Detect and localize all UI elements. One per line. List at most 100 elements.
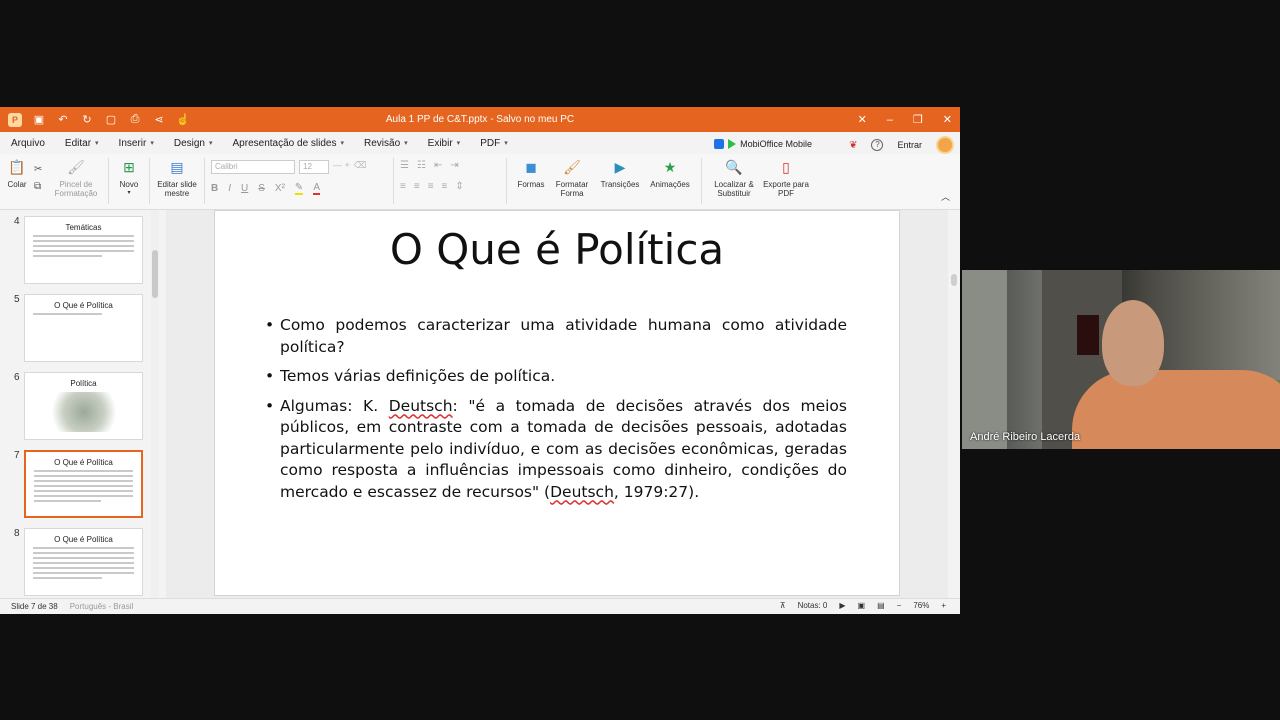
touch-mode-icon[interactable]: ☝	[176, 113, 190, 126]
spellcheck-flagged-word: Deutsch	[388, 396, 453, 415]
superscript-icon[interactable]: X²	[275, 183, 285, 194]
thumbnail-preview[interactable]: O Que é Política	[24, 528, 143, 596]
slide-thumbnail-5[interactable]: 5 O Que é Política	[0, 294, 150, 364]
title-bar: P ▣ ↶ ↻ ▢ ⎙ ⋖ ☝ Aula 1 PP de C&T.pptx - …	[0, 107, 960, 132]
export-pdf-button[interactable]: ▯ Exporte para PDF	[760, 158, 812, 199]
menu-design[interactable]: Design ▾	[174, 138, 213, 149]
edit-master-button[interactable]: ▤ Editar slide mestre	[156, 158, 198, 199]
font-color-icon[interactable]: A	[313, 182, 320, 195]
zoom-out-button[interactable]: −	[897, 601, 902, 610]
transitions-button[interactable]: ▶ Transições	[595, 158, 645, 190]
print-icon[interactable]: ⎙	[128, 113, 142, 126]
cut-icon[interactable]: ✂	[34, 164, 50, 175]
undo-icon[interactable]: ↶	[56, 113, 70, 126]
chevron-down-icon: ▾	[456, 140, 461, 147]
decrease-indent-icon[interactable]: ⇤	[434, 160, 442, 171]
slide-counter: Slide 7 de 38	[11, 602, 58, 611]
slide[interactable]: O Que é Política Como podemos caracteriz…	[214, 210, 900, 596]
menu-editar[interactable]: Editar ▾	[65, 138, 99, 149]
notes-count[interactable]: Notas: 0	[798, 601, 828, 610]
bold-icon[interactable]: B	[211, 183, 218, 194]
align-right-icon[interactable]: ≡	[428, 181, 434, 192]
spellcheck-flagged-word: Deutsch	[550, 482, 614, 501]
copy-icon[interactable]: ⧉	[34, 181, 50, 192]
format-shape-button[interactable]: 🖌 Formatar Forma	[549, 158, 595, 199]
menu-revis-o[interactable]: Revisão ▾	[364, 138, 408, 149]
clear-format-icon[interactable]: ⌫	[354, 160, 367, 174]
increase-indent-icon[interactable]: ⇥	[450, 160, 458, 171]
animations-button[interactable]: ★ Animações	[645, 158, 695, 190]
bullet-text: Como podemos caracterizar uma atividade …	[280, 316, 847, 356]
new-slide-button[interactable]: ⊞ Novo ▾	[115, 158, 143, 198]
thumbnail-preview[interactable]: Política	[24, 372, 143, 440]
notes-icon[interactable]: ⊼	[780, 601, 786, 610]
app-logo-icon[interactable]: P	[8, 112, 22, 127]
font-name-select[interactable]: Calibri	[211, 160, 295, 174]
menu-pdf[interactable]: PDF ▾	[480, 138, 508, 149]
bullet-point[interactable]: Como podemos caracterizar uma atividade …	[265, 315, 847, 358]
shapes-button[interactable]: ◼ Formas	[513, 158, 549, 190]
save-icon[interactable]: ▣	[32, 113, 46, 126]
shapes-icon: ◼	[525, 158, 537, 175]
thumbnail-preview[interactable]: O Que é Política	[24, 450, 143, 518]
signin-link[interactable]: Entrar	[897, 140, 922, 150]
mobioffice-link[interactable]: MobiOffice Mobile	[714, 139, 812, 149]
menu-apresenta-o-de-slides[interactable]: Apresentação de slides ▾	[233, 138, 344, 149]
slide-thumbnail-7[interactable]: 7 O Que é Política	[0, 450, 150, 520]
new-document-icon[interactable]: ▢	[104, 113, 118, 126]
slide-title[interactable]: O Que é Política	[215, 225, 899, 274]
underline-icon[interactable]: U	[241, 183, 248, 194]
bullet-point[interactable]: Algumas: K. Deutsch: "é a tomada de deci…	[265, 396, 847, 504]
menu-exibir[interactable]: Exibir ▾	[428, 138, 461, 149]
restore-button[interactable]: ❐	[913, 113, 923, 126]
align-left-icon[interactable]: ≡	[400, 181, 406, 192]
bullet-text: Algumas: K.	[280, 396, 389, 415]
close-button[interactable]: ✕	[943, 113, 952, 126]
font-grow-icon[interactable]: — +	[333, 160, 350, 174]
slides-panel-scrollbar[interactable]	[151, 210, 159, 598]
collapse-ribbon-icon[interactable]: ︿	[941, 190, 950, 203]
minimize-button[interactable]: –	[887, 114, 893, 126]
zoom-in-button[interactable]: +	[941, 601, 946, 610]
slide-thumbnail-4[interactable]: 4 Temáticas	[0, 216, 150, 286]
font-size-select[interactable]: 12	[299, 160, 329, 174]
justify-icon[interactable]: ≡	[442, 181, 448, 192]
chevron-down-icon: ▾	[150, 140, 154, 147]
thumbnail-preview[interactable]: Temáticas	[24, 216, 143, 284]
slide-thumbnail-8[interactable]: 8 O Que é Política	[0, 528, 150, 598]
help-icon[interactable]: ?	[871, 139, 884, 151]
menu-inserir[interactable]: Inserir ▾	[119, 138, 154, 149]
redo-icon[interactable]: ↻	[80, 113, 94, 126]
strikethrough-icon[interactable]: S	[258, 183, 265, 194]
mobioffice-label: MobiOffice Mobile	[740, 139, 812, 149]
zoom-level[interactable]: 76%	[913, 601, 929, 610]
slide-bullets[interactable]: Como podemos caracterizar uma atividade …	[265, 315, 847, 511]
language-indicator[interactable]: Português - Brasil	[70, 602, 134, 611]
close-x-icon[interactable]: ✕	[858, 113, 867, 126]
sorter-view-icon[interactable]: ▤	[877, 601, 885, 610]
menu-label: Apresentação de slides	[232, 137, 337, 149]
line-spacing-icon[interactable]: ⇕	[455, 181, 463, 192]
menu-arquivo[interactable]: Arquivo	[11, 138, 45, 149]
ribbon-toolbar: 📋 Colar ✂ ⧉ 🖌 Pincel de Formatação ⊞ Nov…	[0, 154, 960, 210]
feedback-icon[interactable]: ❦	[849, 140, 857, 151]
share-icon[interactable]: ⋖	[152, 113, 166, 126]
numbering-icon[interactable]: ☷	[417, 160, 426, 171]
bullet-point[interactable]: Temos várias definições de política.	[265, 366, 847, 388]
thumbnail-preview[interactable]: O Que é Política	[24, 294, 143, 362]
slide-thumbnail-6[interactable]: 6 Política	[0, 372, 150, 442]
italic-icon[interactable]: I	[228, 183, 231, 194]
canvas-scrollbar[interactable]	[948, 210, 960, 598]
find-replace-button[interactable]: 🔍 Localizar & Substituir	[708, 158, 760, 199]
format-painter-button[interactable]: 🖌 Pincel de Formatação	[50, 158, 102, 199]
avatar[interactable]	[936, 136, 954, 154]
highlight-icon[interactable]: ✎	[294, 182, 304, 195]
normal-view-icon[interactable]: ▣	[858, 601, 866, 610]
paste-button[interactable]: 📋 Colar	[0, 158, 34, 190]
bullets-icon[interactable]: ☰	[400, 160, 409, 171]
slideshow-play-icon[interactable]: ▶	[839, 601, 845, 610]
align-center-icon[interactable]: ≡	[414, 181, 420, 192]
menu-label: Arquivo	[11, 137, 45, 149]
thumbnail-number: 4	[14, 216, 20, 227]
app-window: P ▣ ↶ ↻ ▢ ⎙ ⋖ ☝ Aula 1 PP de C&T.pptx - …	[0, 107, 960, 614]
